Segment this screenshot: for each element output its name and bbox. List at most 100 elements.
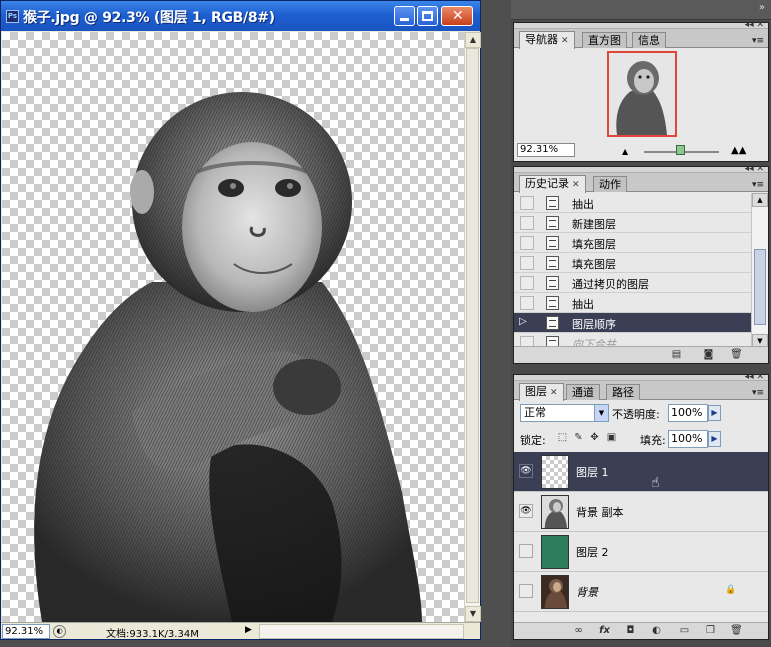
lock-label: 锁定: [520,434,546,447]
history-state-row[interactable]: 抽出 [514,193,751,213]
layer-visibility-toggle[interactable]: 👁 [519,504,533,518]
tab-paths[interactable]: 路径 [606,384,640,400]
history-state-label: 图层顺序 [572,318,616,331]
history-state-icon [546,316,559,330]
new-group-icon[interactable]: ▭ [678,625,691,637]
history-scrollbar[interactable]: ▲ ▼ [751,193,768,348]
fill-slider-arrow-icon[interactable]: ▶ [708,431,721,447]
history-list: 抽出新建图层填充图层填充图层通过拷贝的图层抽出图层顺序向下合并 [514,193,751,348]
status-flyout-arrow-icon[interactable]: ▶ [245,625,252,635]
navigator-slider-thumb[interactable] [676,145,685,155]
lock-transparency-icon[interactable]: ⬚ [557,431,568,444]
history-state-row[interactable]: 通过拷贝的图层 [514,273,751,293]
scroll-up-arrow[interactable]: ▲ [752,193,768,207]
status-menu-icon[interactable]: ◐ [53,625,66,638]
history-state-row[interactable]: 填充图层 [514,233,751,253]
fill-input[interactable]: 100% [668,430,708,448]
history-state-row[interactable]: 抽出 [514,293,751,313]
zoom-out-icon[interactable]: ▲ [622,147,628,156]
panel-menu-icon[interactable]: ▾≡ [752,388,764,398]
layer-visibility-toggle[interactable] [519,584,533,598]
document-titlebar[interactable]: Ps 猴子.jpg @ 92.3% (图层 1, RGB/8#) ✕ [1,1,480,31]
opacity-input[interactable]: 100% [668,404,708,422]
image-canvas[interactable] [2,32,464,622]
blend-mode-select[interactable]: 正常 ▼ [520,404,609,422]
history-source-checkbox[interactable] [520,216,534,230]
opacity-slider-arrow-icon[interactable]: ▶ [708,405,721,421]
panel-menu-icon[interactable]: ▾≡ [752,180,764,190]
history-state-row[interactable]: 新建图层 [514,213,751,233]
lock-icon: 🔒 [725,585,737,595]
navigator-preview[interactable] [607,51,677,137]
layer-row[interactable]: 👁 背景 副本 [514,492,768,532]
scroll-thumb[interactable] [466,48,479,603]
lock-all-icon[interactable]: ▣ [606,431,617,444]
history-source-checkbox[interactable] [520,236,534,250]
maximize-button[interactable] [417,6,438,26]
tab-close-icon[interactable]: ✕ [572,180,580,190]
tab-channels[interactable]: 通道 [566,384,600,400]
tab-histogram[interactable]: 直方图 [582,32,627,48]
layer-name: 背景 副本 [576,506,624,519]
navigator-zoom-field[interactable]: 92.31% [517,143,575,157]
scroll-down-arrow[interactable]: ▼ [465,606,481,622]
lock-position-icon[interactable]: ✥ [589,431,600,444]
history-source-checkbox[interactable] [520,256,534,270]
history-state-icon [546,256,559,270]
document-title: 猴子.jpg @ 92.3% (图层 1, RGB/8#) [23,10,275,26]
history-footer: ▤ ◙ 🗑 [514,346,768,363]
history-state-row[interactable]: 填充图层 [514,253,751,273]
history-source-checkbox[interactable] [520,196,534,210]
zoom-in-icon[interactable]: ▲▲ [731,145,746,156]
new-document-from-state-icon[interactable]: ▤ [670,349,683,361]
chevron-down-icon[interactable]: ▼ [594,405,608,421]
history-state-label: 填充图层 [572,258,616,271]
history-state-icon [546,276,559,290]
scroll-up-arrow[interactable]: ▲ [465,32,481,48]
lock-image-icon[interactable]: ✎ [573,431,584,444]
layer-thumbnail [541,535,569,569]
canvas-vertical-scrollbar[interactable]: ▲ ▼ [464,32,481,622]
close-button[interactable]: ✕ [441,6,473,26]
history-state-label: 抽出 [572,298,594,311]
adjustment-layer-icon[interactable]: ◐ [650,625,663,637]
zoom-level-field[interactable]: 92.31% [2,624,50,639]
canvas-horizontal-scrollbar[interactable] [259,624,464,639]
history-state-row[interactable]: 图层顺序 [514,313,751,333]
tab-close-icon[interactable]: ✕ [561,36,569,46]
tab-navigator[interactable]: 导航器 ✕ [519,31,575,49]
history-source-checkbox[interactable] [520,296,534,310]
layer-list: 👁 图层 1 ☝ 👁 背景 副本 图层 2 背景 🔒 [514,452,768,612]
tab-actions[interactable]: 动作 [593,176,627,192]
new-snapshot-icon[interactable]: ◙ [702,349,715,361]
fill-label: 填充: [640,434,666,447]
tab-close-icon[interactable]: ✕ [550,388,558,398]
add-mask-icon[interactable]: ◘ [624,625,637,637]
history-source-checkbox[interactable] [519,316,534,330]
layer-name: 图层 1 [576,466,609,479]
scroll-thumb[interactable] [754,249,766,325]
tab-info[interactable]: 信息 [632,32,666,48]
eye-icon: 👁 [520,506,532,516]
history-source-checkbox[interactable] [520,276,534,290]
trash-icon[interactable]: 🗑 [730,625,743,637]
new-layer-icon[interactable]: ❐ [704,625,717,637]
layer-row[interactable]: 图层 2 [514,532,768,572]
layer-visibility-toggle[interactable] [519,544,533,558]
history-state-label: 新建图层 [572,218,616,231]
document-window: Ps 猴子.jpg @ 92.3% (图层 1, RGB/8#) ✕ ▲ ▼ 9… [0,0,481,640]
layer-style-fx-icon[interactable]: fx [598,625,611,637]
panel-menu-icon[interactable]: ▾≡ [752,36,764,46]
minimize-button[interactable] [394,6,415,26]
collapse-dock-icon[interactable]: » [759,2,765,13]
minimize-icon [400,18,409,21]
layer-row[interactable]: 👁 图层 1 ☝ [514,452,768,492]
history-tab-row: 历史记录 ✕ 动作 ▾≡ [514,173,768,193]
layer-visibility-toggle[interactable]: 👁 [519,464,533,478]
layer-row[interactable]: 背景 🔒 [514,572,768,612]
layer-thumbnail [541,575,569,609]
tab-history[interactable]: 历史记录 ✕ [519,175,586,193]
link-layers-icon[interactable]: ∞ [572,625,585,637]
tab-layers[interactable]: 图层 ✕ [519,383,564,401]
trash-icon[interactable]: 🗑 [730,349,743,361]
